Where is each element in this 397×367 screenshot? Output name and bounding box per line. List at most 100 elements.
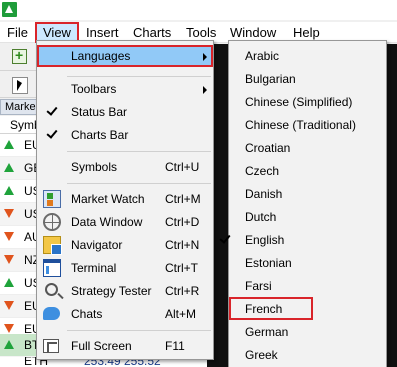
market-watch-title-text: Marke [5,101,36,113]
menu-item-shortcut: Ctrl+N [165,238,200,252]
language-label: Chinese (Traditional) [245,118,356,132]
menu-item-data-window[interactable]: Data Window Ctrl+D [37,211,213,233]
language-label: Czech [245,164,280,178]
menu-item-status-bar[interactable]: Status Bar [37,101,213,123]
language-label: Chinese (Simplified) [245,95,353,109]
menu-item-languages[interactable]: Languages [37,45,213,67]
language-item-danish[interactable]: Danish [229,183,386,205]
drawing-toolbar [0,72,40,98]
title-strip [0,0,397,20]
menu-item-label: Market Watch [71,192,145,206]
menu-item-label: Chats [71,307,103,321]
table-row[interactable]: EU [0,134,41,157]
market-watch-title: Marke [0,99,40,115]
chat-bubble-icon [43,307,60,320]
arrow-down-icon [4,232,14,241]
menu-file[interactable]: File [1,22,34,43]
table-row[interactable]: US [0,203,41,226]
table-row[interactable]: US [0,272,41,295]
language-item-german[interactable]: German [229,321,386,343]
arrow-down-icon [4,301,14,310]
full-screen-icon [43,339,59,353]
language-item-farsi[interactable]: Farsi [229,275,386,297]
language-item-dutch[interactable]: Dutch [229,206,386,228]
arrow-up-icon [4,278,14,287]
menu-item-label: Charts Bar [71,128,129,142]
market-watch-rows: EU GB US US AU NZ US EU EU EU [0,134,41,364]
view-menu-dropdown: Languages Toolbars Status Bar Charts Bar… [36,40,214,360]
language-label: Dutch [245,210,277,224]
menu-item-symbols[interactable]: Symbols Ctrl+U [37,156,213,178]
table-row[interactable]: NZ [0,249,40,272]
language-item-czech[interactable]: Czech [229,160,386,182]
menu-item-shortcut: Ctrl+U [165,160,200,174]
terminal-window-icon [43,259,61,277]
language-item-bulgarian[interactable]: Bulgarian [229,68,386,90]
table-row-selected[interactable]: BT [0,334,40,356]
table-row[interactable]: GB [0,157,41,180]
table-row[interactable]: US [0,180,41,203]
cursor-icon[interactable] [12,77,28,94]
language-item-chinese-traditional[interactable]: Chinese (Traditional) [229,114,386,136]
menu-item-shortcut: F11 [165,339,185,353]
language-label: Croatian [245,141,291,155]
language-label: English [245,233,285,247]
magnifier-icon [45,283,58,296]
menu-item-label: Symbols [71,160,118,174]
language-label: Bulgarian [245,72,296,86]
language-label: Farsi [245,279,272,293]
language-item-greek[interactable]: Greek [229,344,386,366]
menu-item-shortcut: Ctrl+D [165,215,200,229]
language-item-estonian[interactable]: Estonian [229,252,386,274]
arrow-up-icon [4,163,14,172]
language-item-english[interactable]: English [219,229,386,251]
menu-item-charts-bar[interactable]: Charts Bar [37,124,213,146]
menu-item-shortcut: Ctrl+T [165,261,198,275]
standard-toolbar [0,44,40,71]
arrow-up-icon [4,186,14,195]
arrow-down-icon [4,324,14,333]
language-item-croatian[interactable]: Croatian [229,137,386,159]
language-item-chinese-simplified[interactable]: Chinese (Simplified) [229,91,386,113]
menu-separator [67,76,211,77]
table-row[interactable]: EU [0,295,41,318]
menu-item-full-screen[interactable]: Full Screen F11 [37,335,213,357]
menu-item-label: Strategy Tester [71,284,152,298]
table-row[interactable]: AU [0,226,41,249]
menu-item-shortcut: Ctrl+R [165,284,200,298]
check-icon [46,104,58,116]
new-chart-icon[interactable] [12,47,27,64]
menu-item-market-watch[interactable]: Market Watch Ctrl+M [37,188,213,210]
menu-item-label: Terminal [71,261,117,275]
menu-item-terminal[interactable]: Terminal Ctrl+T [37,257,213,279]
language-label: Arabic [245,49,280,63]
language-item-french[interactable]: French [229,297,313,320]
menu-item-label: Languages [71,49,131,63]
arrow-down-icon [4,209,14,218]
language-label: Estonian [245,256,292,270]
arrow-up-icon [4,140,14,149]
menu-item-strategy-tester[interactable]: Strategy Tester Ctrl+R [37,280,213,302]
language-label: French [245,302,283,316]
language-item-arabic[interactable]: Arabic [229,45,386,67]
menu-item-label: Full Screen [71,339,132,353]
menu-item-shortcut: Alt+M [165,307,197,321]
menu-item-label: Toolbars [71,82,117,96]
market-watch-header[interactable]: Symb [0,116,41,134]
menu-separator [67,151,211,152]
crosshair-icon [43,213,61,231]
menu-item-chats[interactable]: Chats Alt+M [37,303,213,325]
navigator-folder-icon [43,236,62,255]
menu-item-label: Data Window [71,215,143,229]
menu-item-toolbars[interactable]: Toolbars [37,78,213,100]
menu-item-navigator[interactable]: Navigator Ctrl+N [37,234,213,256]
submenu-arrow-icon [203,53,207,61]
check-icon [46,127,58,139]
arrow-down-icon [4,255,14,264]
menu-item-label: Navigator [71,238,123,252]
app-logo-icon [2,2,17,17]
menu-separator [67,183,211,184]
menu-separator [67,330,211,331]
submenu-arrow-icon [203,86,207,94]
language-label: Greek [245,348,278,362]
